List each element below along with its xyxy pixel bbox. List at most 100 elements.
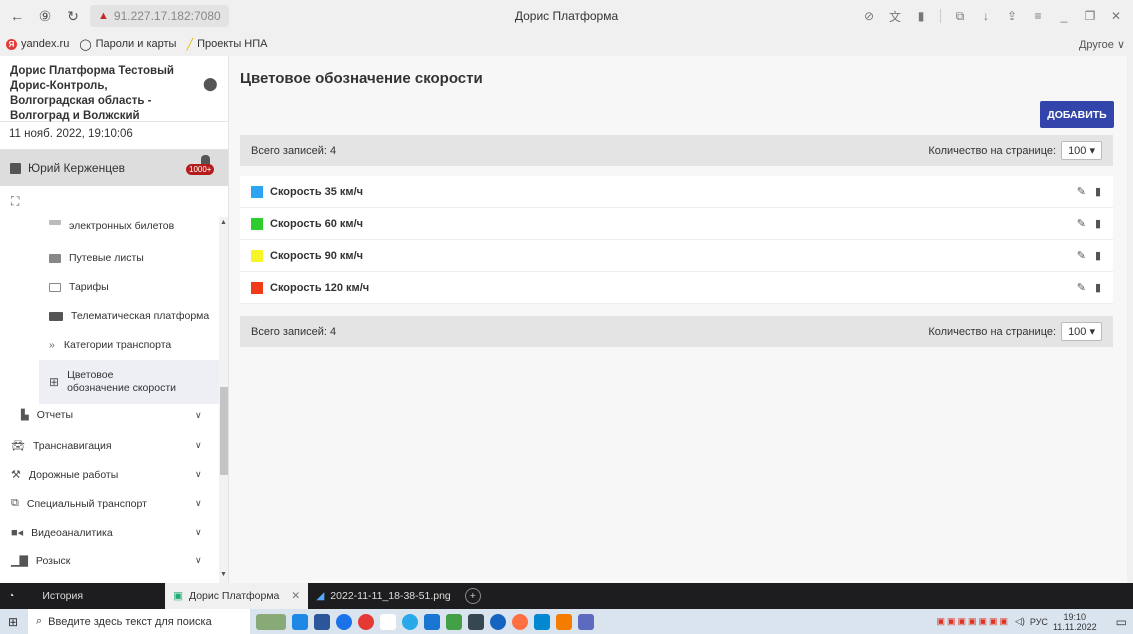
minimize-icon[interactable]: _ — [1053, 5, 1075, 27]
app3-icon[interactable] — [468, 613, 484, 630]
yandex-icon: Я — [6, 38, 17, 50]
new-tab-icon[interactable]: + — [464, 588, 481, 604]
app7-icon[interactable] — [556, 613, 572, 630]
main-content: Цветовое обозначение скорости ДОБАВИТЬ В… — [229, 56, 1133, 583]
history-tab[interactable]: ◔ История — [0, 583, 91, 609]
edit-icon[interactable]: ✎ — [1077, 217, 1086, 230]
app5-icon[interactable] — [512, 613, 528, 630]
menu-icon[interactable]: ≡ — [1027, 5, 1049, 27]
sidebar-item-transnavigation[interactable]: 🚘︎ Транснавигация ∨ — [11, 439, 219, 453]
car-icon: 🚘︎ — [11, 440, 25, 452]
bookmark-passwords[interactable]: ◯ Пароли и карты — [79, 38, 176, 51]
sidebar-item-reports[interactable]: ▙ Отчеты ∨ — [21, 409, 219, 421]
row-label: Скорость 90 км/ч — [270, 249, 364, 262]
folder-icon: ╱ — [186, 38, 194, 51]
sidebar-item-speed-colors[interactable]: ⊞ Цветовое обозначение скорости — [49, 369, 177, 395]
bookmark-icon[interactable]: ▮ — [910, 5, 932, 27]
weather-icon[interactable] — [256, 613, 286, 630]
notification-icon[interactable]: ▭ — [1116, 615, 1127, 629]
row-label: Скорость 120 км/ч — [270, 281, 370, 294]
main-scrollbar[interactable] — [1127, 56, 1133, 583]
browser-toolbar: ← ⑨ ↻ ▲ 91.227.17.182:7080 Дорис Платфор… — [0, 0, 1133, 32]
app2-icon[interactable] — [446, 613, 462, 630]
secure-icon[interactable]: ⊘ — [858, 5, 880, 27]
tab-doris[interactable]: ▣ Дорис Платформа ✕ — [165, 583, 309, 609]
sidebar: Дорис Платформа Тестовый Дорис-Контроль,… — [0, 56, 229, 583]
notifications-badge: 1000+ — [186, 164, 215, 175]
org-selector[interactable]: Дорис Платформа Тестовый Дорис-Контроль,… — [0, 56, 228, 122]
color-swatch — [251, 281, 263, 294]
language-indicator[interactable]: РУС — [1030, 617, 1048, 627]
close-tab-icon[interactable]: ✕ — [291, 590, 300, 602]
delete-icon[interactable]: ▮ — [1095, 185, 1101, 198]
windows-start-icon[interactable]: ⊞ — [0, 615, 26, 629]
calc-icon[interactable] — [424, 613, 440, 630]
scroll-up-icon[interactable]: ▲ — [220, 219, 227, 226]
app4-icon[interactable] — [490, 613, 506, 630]
delete-icon[interactable]: ▮ — [1095, 217, 1101, 230]
telegram-icon[interactable] — [402, 613, 418, 630]
taskbar-search[interactable]: ⌕ Введите здесь текст для поиска — [28, 609, 250, 634]
collections-icon[interactable]: ⧉ — [949, 5, 971, 27]
volume-icon[interactable]: ◁) — [1015, 616, 1025, 627]
app-icon[interactable] — [292, 613, 308, 630]
telematics-icon — [49, 311, 63, 321]
table-row[interactable]: Скорость 120 км/ч ✎ ▮ — [240, 272, 1113, 304]
table-row[interactable]: Скорость 60 км/ч ✎ ▮ — [240, 208, 1113, 240]
tab-png[interactable]: ◢ 2022-11-11_18-38-51.png — [308, 583, 459, 609]
yandex-icon[interactable] — [358, 613, 374, 630]
special-transport-icon: ⧉ — [11, 497, 19, 509]
doris-favicon-icon: ▣ — [173, 590, 183, 602]
location-pin-icon[interactable]: ⬤ — [203, 76, 218, 92]
sidebar-item-tariffs[interactable]: Тарифы — [49, 281, 109, 293]
sidebar-item-transport-categories[interactable]: » Категории транспорта — [49, 339, 171, 351]
chevron-down-icon: ∨ — [195, 440, 202, 450]
sidebar-item-special-transport[interactable]: ⧉ Специальный транспорт ∨ — [11, 497, 219, 510]
word-icon[interactable] — [314, 613, 330, 630]
back-icon[interactable]: ← — [6, 5, 28, 27]
map-icon[interactable]: ⛶ — [0, 186, 228, 216]
translate-icon[interactable]: 文 — [884, 5, 906, 27]
add-button[interactable]: ДОБАВИТЬ — [1040, 101, 1114, 128]
table-row[interactable]: Скорость 90 км/ч ✎ ▮ — [240, 240, 1113, 272]
per-page-select[interactable]: 100 ▾ — [1061, 322, 1102, 341]
bookmark-npa[interactable]: ╱ Проекты НПА — [186, 38, 267, 51]
table-row[interactable]: Скорость 35 км/ч ✎ ▮ — [240, 176, 1113, 208]
color-swatch — [251, 217, 263, 230]
yandex-browser-icon[interactable]: ⑨ — [34, 5, 56, 27]
scroll-down-icon[interactable]: ▼ — [220, 571, 227, 578]
total-records: Всего записей: 4 — [251, 144, 337, 157]
restore-icon[interactable]: ❐ — [1079, 5, 1101, 27]
share-icon[interactable]: ⇪ — [1001, 5, 1023, 27]
tray-icons[interactable]: ▣▣▣▣▣▣▣ — [936, 616, 1010, 627]
download-icon[interactable]: ↓ — [975, 5, 997, 27]
browser-icon[interactable] — [336, 613, 352, 630]
delete-icon[interactable]: ▮ — [1095, 249, 1101, 262]
edit-icon[interactable]: ✎ — [1077, 281, 1086, 294]
sidebar-item-waybills[interactable]: Путевые листы — [49, 252, 144, 264]
bookmark-yandex[interactable]: Яyandex.ru — [6, 38, 69, 50]
sidebar-item-roadworks[interactable]: ⚒ Дорожные работы ∨ — [11, 468, 219, 482]
bookmarks-other[interactable]: Другое ∨ — [1079, 38, 1125, 51]
per-page-select[interactable]: 100 ▾ — [1061, 141, 1102, 160]
sidebar-item-search-wanted[interactable]: ▁▇ Розыск ∨ — [11, 554, 219, 568]
address-bar[interactable]: ▲ 91.227.17.182:7080 — [90, 5, 229, 27]
user-panel[interactable]: Юрий Керженцев 1000+ — [0, 150, 228, 186]
delete-icon[interactable]: ▮ — [1095, 281, 1101, 294]
clock[interactable]: 19:10 11.11.2022 — [1053, 612, 1097, 632]
sidebar-scrollbar-thumb[interactable] — [220, 387, 228, 475]
sidebar-item-telematics[interactable]: Телематическая платформа — [49, 310, 209, 322]
chevron-down-icon: ∨ — [195, 498, 202, 508]
sidebar-item-tickets[interactable]: электронных билетов — [49, 219, 174, 232]
edit-icon[interactable]: ✎ — [1077, 185, 1086, 198]
edit-icon[interactable]: ✎ — [1077, 249, 1086, 262]
close-icon[interactable]: ✕ — [1105, 5, 1127, 27]
bookmarks-bar: Яyandex.ru ◯ Пароли и карты ╱ Проекты НПА … — [0, 32, 1133, 56]
page-title: Цветовое обозначение скорости — [240, 70, 483, 87]
y-app-icon[interactable] — [380, 613, 396, 630]
app6-icon[interactable] — [534, 613, 550, 630]
palette-icon: ⊞ — [49, 375, 60, 389]
reload-icon[interactable]: ↻ — [62, 5, 84, 27]
sidebar-item-video-analytics[interactable]: ■◂ Видеоаналитика ∨ — [11, 526, 219, 540]
app8-icon[interactable] — [578, 613, 594, 630]
